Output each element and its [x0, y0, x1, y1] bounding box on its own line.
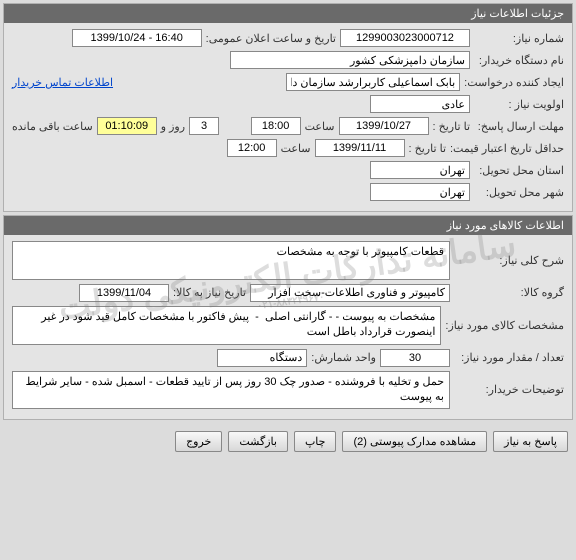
- need-no-label: شماره نیاز:: [474, 32, 564, 45]
- need-details-header: جزئیات اطلاعات نیاز: [4, 4, 572, 23]
- need-no-input[interactable]: [340, 29, 470, 47]
- days-label: روز و: [161, 120, 185, 133]
- spec-textarea[interactable]: [12, 306, 441, 345]
- min-validity-time-input[interactable]: [227, 139, 277, 157]
- creator-input[interactable]: [286, 73, 461, 91]
- button-bar: پاسخ به نیاز مشاهده مدارک پیوستی (2) چاپ…: [0, 423, 576, 460]
- need-date-label: تاریخ نیاز به کالا:: [173, 286, 246, 299]
- province-input[interactable]: [370, 161, 470, 179]
- spec-label: مشخصات کالای مورد نیاز:: [445, 319, 564, 332]
- unit-label: واحد شمارش:: [311, 351, 376, 364]
- city-input[interactable]: [370, 183, 470, 201]
- org-label: نام دستگاه خریدار:: [474, 54, 564, 67]
- goods-info-panel: اطلاعات کالاهای مورد نیاز شرح کلی نیاز: …: [3, 215, 573, 420]
- until-label: تا تاریخ :: [433, 120, 470, 133]
- exit-button[interactable]: خروج: [175, 431, 222, 452]
- deadline-time-input[interactable]: [251, 117, 301, 135]
- days-input[interactable]: [189, 117, 219, 135]
- unit-input[interactable]: [217, 349, 307, 367]
- announce-input[interactable]: [72, 29, 202, 47]
- buyer-notes-textarea[interactable]: [12, 371, 450, 410]
- back-button[interactable]: بازگشت: [228, 431, 288, 452]
- min-validity-label: حداقل تاریخ اعتبار قیمت:: [450, 142, 564, 155]
- announce-label: تاریخ و ساعت اعلان عمومی:: [206, 32, 336, 45]
- until-label-2: تا تاریخ :: [409, 142, 446, 155]
- creator-label: ایجاد کننده درخواست:: [464, 76, 564, 89]
- deadline-date-input[interactable]: [339, 117, 429, 135]
- group-label: گروه کالا:: [454, 286, 564, 299]
- remain-label: ساعت باقی مانده: [12, 120, 93, 133]
- buyer-notes-label: توضیحات خریدار:: [454, 383, 564, 396]
- desc-label: شرح کلی نیاز:: [454, 254, 564, 267]
- desc-textarea[interactable]: [12, 241, 450, 280]
- qty-input[interactable]: [380, 349, 450, 367]
- attachments-button[interactable]: مشاهده مدارک پیوستی (2): [342, 431, 487, 452]
- priority-label: اولویت نیاز :: [474, 98, 564, 111]
- min-validity-date-input[interactable]: [315, 139, 405, 157]
- contact-link[interactable]: اطلاعات تماس خریدار: [12, 76, 113, 89]
- org-input[interactable]: [230, 51, 470, 69]
- print-button[interactable]: چاپ: [294, 431, 337, 452]
- city-label: شهر محل تحویل:: [474, 186, 564, 199]
- goods-info-header: اطلاعات کالاهای مورد نیاز: [4, 216, 572, 235]
- group-input[interactable]: [250, 284, 450, 302]
- time-label-2: ساعت: [281, 142, 311, 155]
- province-label: استان محل تحویل:: [474, 164, 564, 177]
- countdown-input: [97, 117, 157, 135]
- need-details-panel: جزئیات اطلاعات نیاز شماره نیاز: تاریخ و …: [3, 3, 573, 212]
- time-label-1: ساعت: [305, 120, 335, 133]
- qty-label: تعداد / مقدار مورد نیاز:: [454, 351, 564, 364]
- deadline-label: مهلت ارسال پاسخ:: [474, 120, 564, 133]
- respond-button[interactable]: پاسخ به نیاز: [493, 431, 568, 452]
- priority-input[interactable]: [370, 95, 470, 113]
- need-date-input[interactable]: [79, 284, 169, 302]
